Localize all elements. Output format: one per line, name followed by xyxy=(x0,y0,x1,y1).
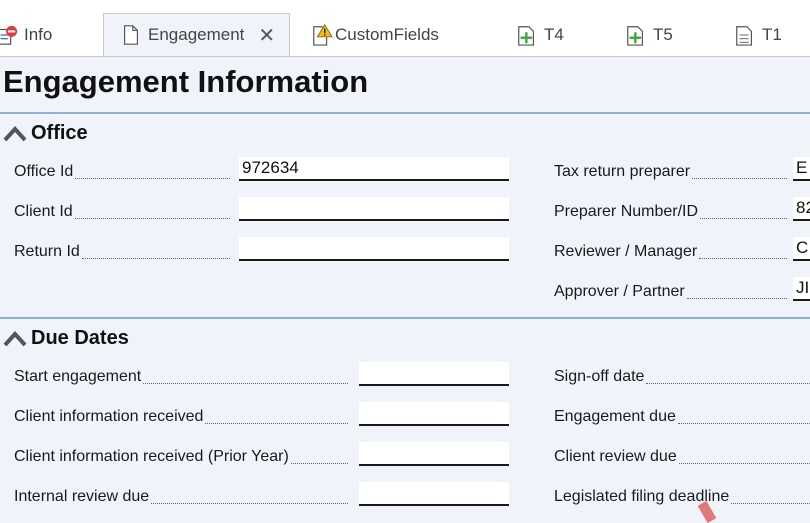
tab-label: Engagement xyxy=(148,25,245,44)
document-icon xyxy=(736,26,753,46)
field-label: Client review due xyxy=(554,446,810,468)
tab-label: T5 xyxy=(653,25,673,44)
tab-t5[interactable]: T5 xyxy=(625,14,673,56)
tab-info[interactable]: Info xyxy=(0,14,52,56)
tab-label: T1 xyxy=(762,25,782,44)
field-label: Office Id xyxy=(14,161,230,183)
tab-customfields[interactable]: CustomFields xyxy=(311,14,439,56)
section-office-header[interactable]: Office xyxy=(3,121,88,145)
field-label: Tax return preparer xyxy=(554,161,787,183)
field-label: Client Id xyxy=(14,201,230,223)
field-label: Return Id xyxy=(14,241,230,263)
page-title: Engagement Information xyxy=(3,64,369,99)
section-title: Due Dates xyxy=(31,326,129,349)
divider xyxy=(0,112,810,114)
document-icon xyxy=(123,25,139,45)
approver-input[interactable]: JI xyxy=(793,277,810,301)
reviewer-input[interactable]: C xyxy=(793,237,810,261)
tab-t1[interactable]: T1 xyxy=(734,14,782,56)
tab-label: CustomFields xyxy=(335,25,439,44)
tab-bar: Info Engagement ✕ CustomFields T4 T5 T1 xyxy=(0,0,810,57)
chevron-up-icon xyxy=(3,126,27,142)
client-info-received-input[interactable] xyxy=(359,402,509,426)
tab-label: Info xyxy=(24,25,53,44)
section-due-dates-header[interactable]: Due Dates xyxy=(3,326,129,350)
tab-engagement[interactable]: Engagement ✕ xyxy=(103,13,290,56)
preparer-input[interactable]: E xyxy=(793,157,810,181)
divider xyxy=(0,317,810,319)
chevron-up-icon xyxy=(3,331,27,347)
field-label: Sign-off date xyxy=(554,366,810,388)
field-label: Preparer Number/ID xyxy=(554,201,787,223)
return-id-input[interactable] xyxy=(239,237,509,261)
field-label: Client information received xyxy=(14,406,348,428)
close-icon[interactable]: ✕ xyxy=(258,23,275,48)
document-add-icon xyxy=(518,26,535,46)
field-label: Internal review due xyxy=(14,486,348,508)
field-label: Client information received (Prior Year) xyxy=(14,446,348,468)
tab-label: T4 xyxy=(544,25,564,44)
start-engagement-input[interactable] xyxy=(359,362,509,386)
field-label: Engagement due xyxy=(554,406,810,428)
field-label: Start engagement xyxy=(14,366,348,388)
office-id-input[interactable]: 972634 xyxy=(239,157,509,181)
client-info-prior-input[interactable] xyxy=(359,442,509,466)
section-title: Office xyxy=(31,121,88,144)
field-label: Legislated filing deadline xyxy=(554,486,810,508)
internal-review-input[interactable] xyxy=(359,482,509,506)
preparer-number-input[interactable]: 82 xyxy=(793,197,810,221)
field-label: Reviewer / Manager xyxy=(554,241,787,263)
client-id-input[interactable] xyxy=(239,197,509,221)
document-add-icon xyxy=(627,26,644,46)
info-stop-icon xyxy=(0,25,18,45)
tab-t4[interactable]: T4 xyxy=(516,14,564,56)
document-warning-icon xyxy=(313,24,333,46)
field-label: Approver / Partner xyxy=(554,281,787,303)
